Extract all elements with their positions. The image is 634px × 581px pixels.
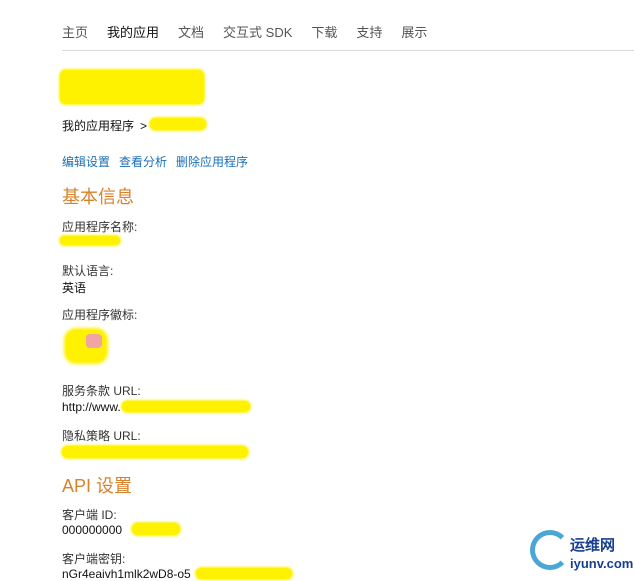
app-icon-label: 应用程序徽标: [62, 308, 138, 322]
breadcrumb: 我的应用程序 > [62, 117, 147, 134]
client-secret-label: 客户端密钥: [62, 552, 126, 566]
watermark-cn-text: 运维网 [570, 537, 616, 554]
terms-url-value: http://www. [62, 400, 121, 414]
breadcrumb-separator-icon: > [140, 118, 148, 133]
edit-settings-link[interactable]: 编辑设置 [62, 153, 110, 170]
redacted-terms-url [122, 401, 250, 412]
app-logo-accent [86, 334, 102, 348]
nav-docs[interactable]: 文档 [178, 22, 204, 50]
delete-app-link[interactable]: 删除应用程序 [176, 153, 248, 170]
watermark-logo-icon [530, 530, 570, 570]
redacted-client-id [132, 523, 180, 535]
nav-my-apps[interactable]: 我的应用 [107, 22, 159, 50]
watermark-en-text: iyunv.com [570, 556, 634, 571]
client-id-value: 000000000 [62, 523, 123, 537]
view-analytics-link[interactable]: 查看分析 [119, 153, 167, 170]
redacted-client-secret [196, 568, 292, 579]
redacted-breadcrumb-current [150, 118, 206, 130]
client-id-label: 客户端 ID: [62, 508, 117, 522]
default-language-value: 英语 [62, 281, 87, 295]
redacted-app-title [60, 70, 204, 104]
api-settings-heading: API 设置 [62, 476, 133, 496]
nav-downloads[interactable]: 下载 [311, 22, 337, 50]
site-watermark: 运维网 iyunv.com [526, 526, 634, 576]
nav-showcase[interactable]: 展示 [401, 22, 427, 50]
breadcrumb-root[interactable]: 我的应用程序 [62, 117, 134, 134]
nav-support[interactable]: 支持 [356, 22, 382, 50]
app-name-label: 应用程序名称: [62, 220, 138, 234]
basic-info-heading: 基本信息 [62, 187, 134, 207]
nav-home[interactable]: 主页 [62, 22, 88, 50]
terms-url-label: 服务条款 URL: [62, 384, 141, 398]
redacted-app-name [60, 236, 120, 245]
nav-interactive-sdk[interactable]: 交互式 SDK [223, 22, 292, 50]
default-language-label: 默认语言: [62, 264, 114, 278]
app-actions: 编辑设置 查看分析 删除应用程序 [62, 153, 248, 170]
client-secret-value: nGr4eaivh1mlk2wD8-o5 [62, 567, 191, 581]
top-nav: 主页 我的应用 文档 交互式 SDK 下载 支持 展示 [62, 22, 634, 51]
redacted-privacy-url [62, 446, 248, 458]
privacy-url-label: 隐私策略 URL: [62, 429, 141, 443]
